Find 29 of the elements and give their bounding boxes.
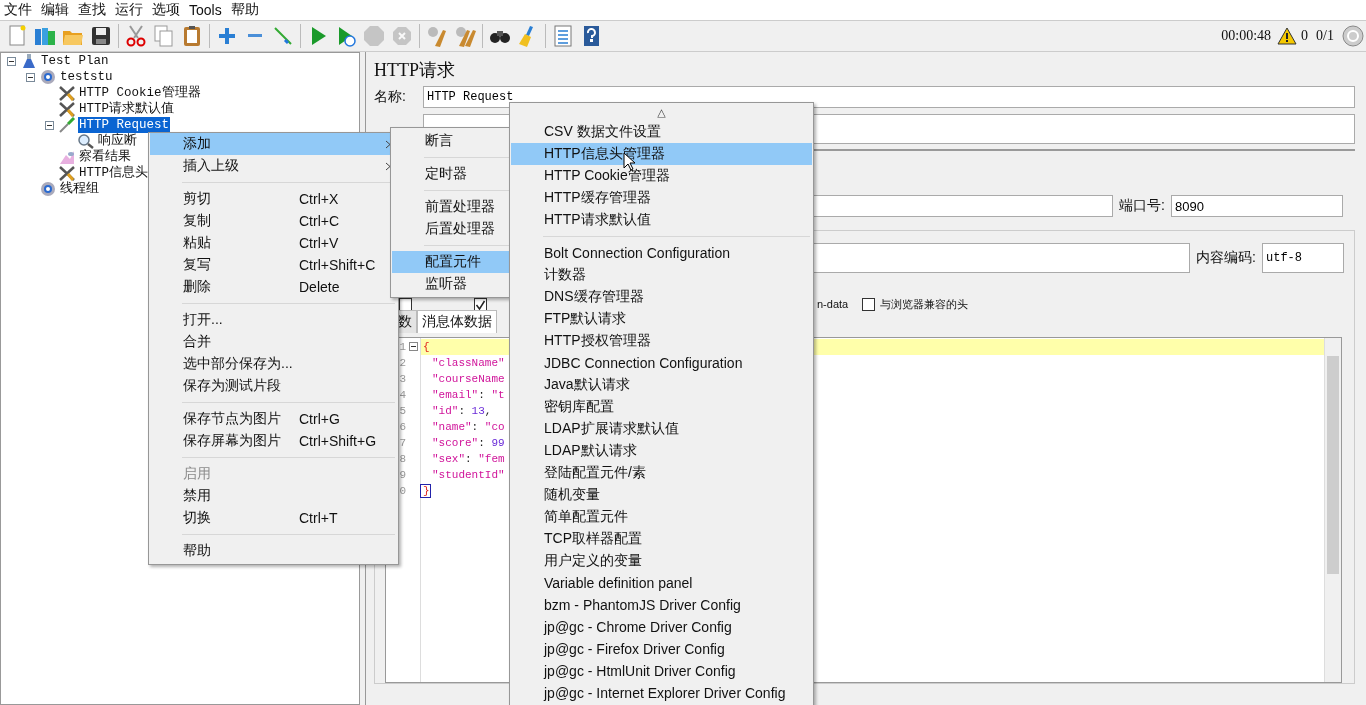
code-line: "sex": "fem bbox=[431, 453, 505, 465]
code-line: "score": 99 bbox=[431, 437, 505, 449]
code-line: "studentId" bbox=[431, 469, 505, 481]
line-number: 0 bbox=[398, 484, 406, 499]
line-number: 9 bbox=[398, 468, 406, 483]
thread-count: 0/1 bbox=[1316, 28, 1334, 44]
line-number: 7 bbox=[398, 436, 406, 451]
code-line: "className" bbox=[431, 357, 505, 369]
line-number: 5 bbox=[398, 404, 406, 419]
line-number: 4 bbox=[398, 388, 406, 403]
code-line: } bbox=[421, 485, 430, 497]
checkbox-label: 与浏览器兼容的头 bbox=[880, 296, 969, 312]
line-number: 8 bbox=[398, 452, 406, 467]
elapsed-time: 00:00:48 bbox=[1221, 28, 1272, 44]
code-line: "email": "t bbox=[431, 389, 505, 401]
warning-count: 0 bbox=[1301, 28, 1309, 44]
name-label: 名称: bbox=[374, 88, 407, 106]
line-number: 1 bbox=[398, 340, 406, 355]
code-line: { bbox=[422, 341, 430, 353]
code-line: "courseName bbox=[431, 373, 505, 385]
checkbox-label: n-data bbox=[817, 298, 849, 310]
encoding-label: 内容编码: bbox=[1196, 249, 1256, 267]
line-number: 2 bbox=[398, 356, 406, 371]
line-number: 3 bbox=[398, 372, 406, 387]
code-line: "name": "co bbox=[431, 421, 505, 433]
line-number: 6 bbox=[398, 420, 406, 435]
port-label: 端口号: bbox=[1119, 197, 1165, 215]
code-line: "id": 13, bbox=[431, 405, 492, 417]
panel-title: HTTP请求 bbox=[374, 59, 456, 82]
